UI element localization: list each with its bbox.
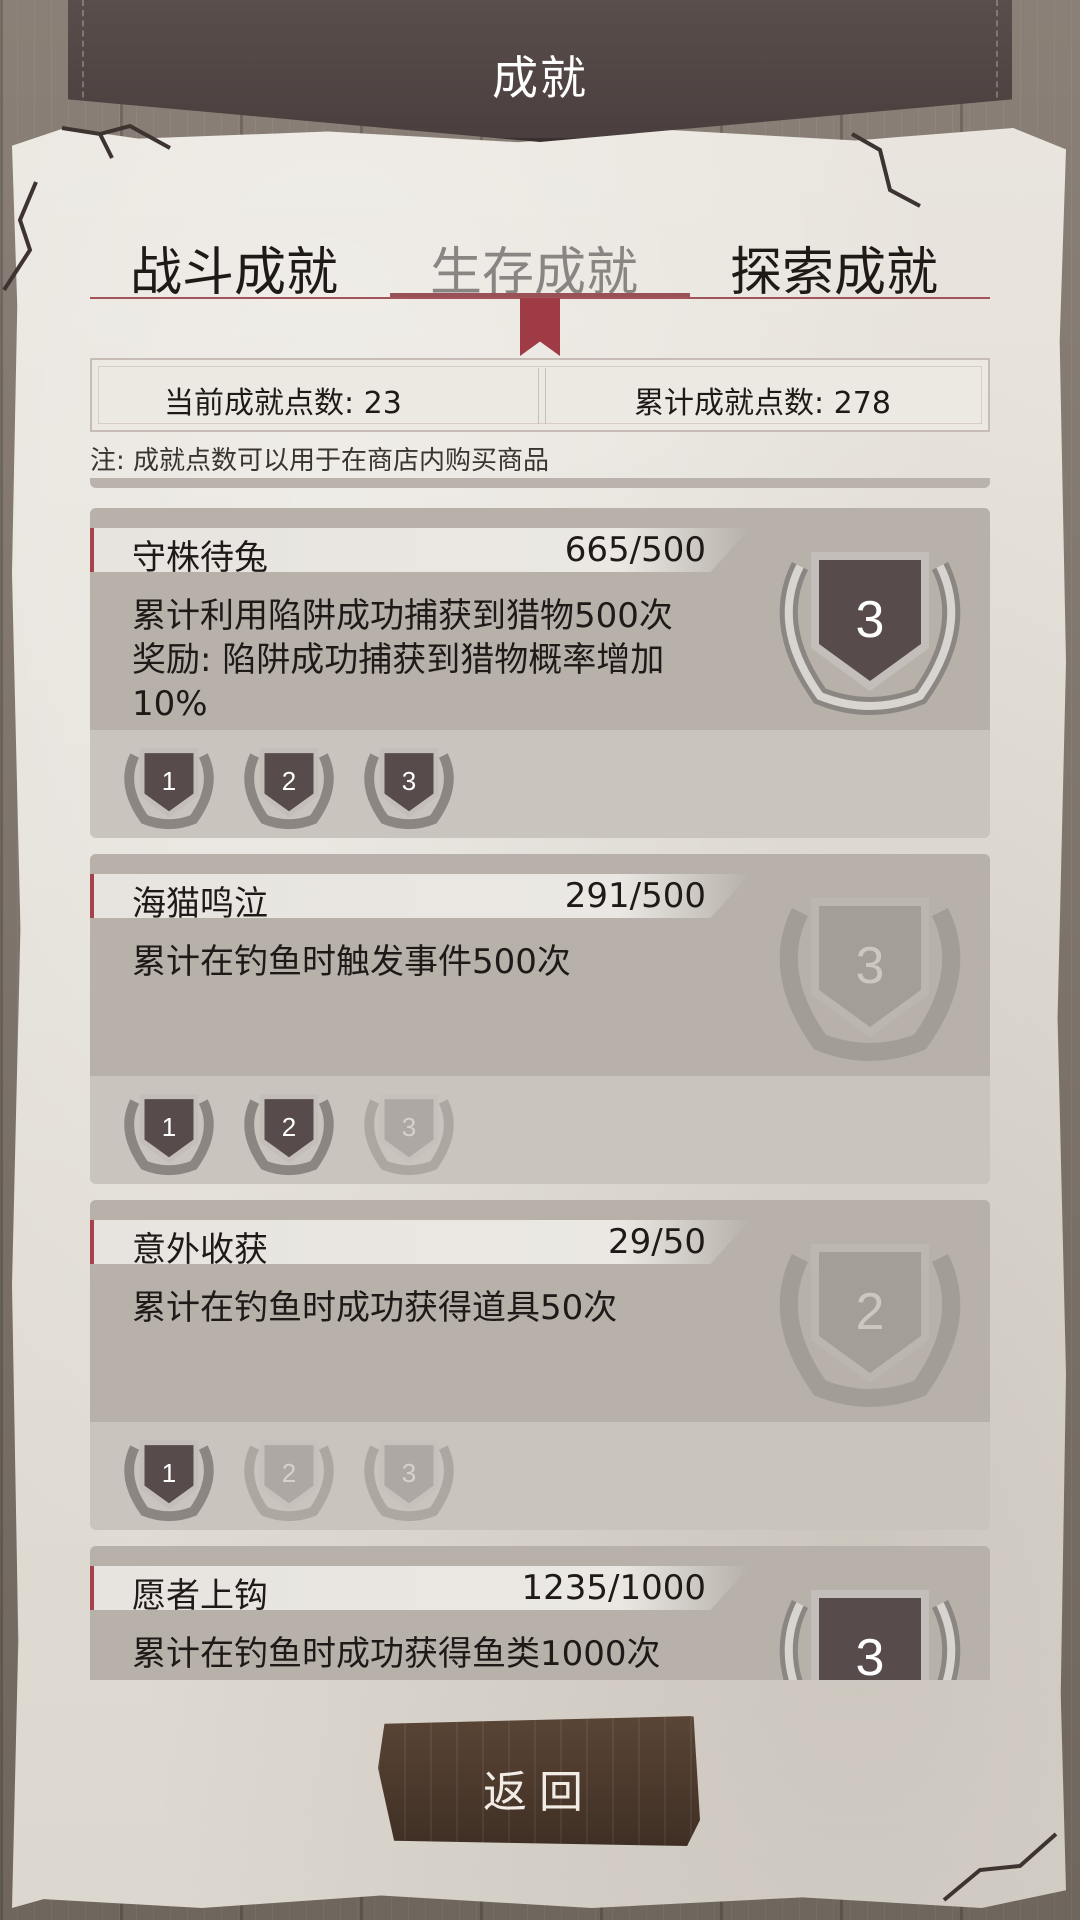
laurel-medal-icon: 3	[360, 1086, 458, 1176]
description-text: 累计在钓鱼时成功获得鱼类1000次	[132, 1634, 661, 1674]
laurel-medal-icon: 3	[360, 740, 458, 830]
medal-level: 2	[855, 1283, 885, 1341]
achievement-title: 守株待兔	[132, 538, 268, 578]
current-points: 当前成就点数: 23	[164, 386, 402, 421]
description-text: 累计在钓鱼时成功获得道具50次	[132, 1288, 618, 1328]
laurel-medal-icon: 3	[770, 1574, 970, 1680]
achievement-progress: 1235/1000	[521, 1568, 706, 1608]
achievement-card[interactable]: 海猫鸣泣 291/500 累计在钓鱼时触发事件500次 3 1 2 3	[90, 854, 990, 1184]
back-button[interactable]: 返回	[378, 1716, 700, 1846]
achievement-description: 累计在钓鱼时成功获得鱼类1000次	[132, 1632, 692, 1676]
paper-crack-decoration	[942, 1832, 1058, 1902]
achievement-title: 愿者上钩	[132, 1576, 268, 1616]
reward-text: 奖励: 陷阱成功捕获到猎物概率增加10%	[132, 640, 665, 724]
medal-label: 1	[161, 1112, 177, 1142]
paper-crack-decoration	[2, 181, 38, 292]
laurel-medal-icon: 1	[120, 740, 218, 830]
page-title: 成就	[492, 51, 588, 105]
paper-crack-decoration	[61, 123, 171, 159]
medal-label: 1	[161, 1458, 177, 1488]
description-text: 累计在钓鱼时触发事件500次	[132, 942, 571, 982]
total-points: 累计成就点数: 278	[634, 386, 891, 421]
laurel-medal-icon: 2	[240, 1432, 338, 1522]
medal-label: 3	[401, 766, 417, 796]
medal-level: 3	[855, 1629, 885, 1680]
laurel-medal-icon: 2	[240, 740, 338, 830]
achievement-description: 累计在钓鱼时成功获得道具50次	[132, 1286, 692, 1330]
medal-label: 3	[401, 1458, 417, 1488]
laurel-medal-icon: 2	[770, 1228, 970, 1408]
points-note: 注: 成就点数可以用于在商店内购买商品	[90, 446, 550, 476]
achievement-progress: 291/500	[564, 876, 706, 916]
points-divider	[538, 368, 546, 424]
achievement-card[interactable]: 意外收获 29/50 累计在钓鱼时成功获得道具50次 2 1 2 3	[90, 1200, 990, 1530]
laurel-medal-icon: 1	[120, 1086, 218, 1176]
points-bar: 当前成就点数: 23 累计成就点数: 278	[90, 358, 990, 432]
medal-label: 2	[281, 1112, 297, 1142]
tab-exploration[interactable]: 探索成就	[730, 230, 938, 305]
tab-active-indicator	[390, 293, 690, 297]
tab-combat[interactable]: 战斗成就	[130, 230, 338, 305]
laurel-medal-icon: 2	[240, 1086, 338, 1176]
medal-label: 3	[401, 1112, 417, 1142]
description-text: 累计利用陷阱成功捕获到猎物500次	[132, 596, 673, 636]
paper-crack-decoration	[851, 132, 921, 208]
list-scroll-edge	[90, 478, 990, 488]
laurel-medal-icon: 3	[360, 1432, 458, 1522]
achievement-card[interactable]: 守株待兔 665/500 累计利用陷阱成功捕获到猎物500次 奖励: 陷阱成功捕…	[90, 508, 990, 838]
medal-label: 2	[281, 766, 297, 796]
achievement-card[interactable]: 愿者上钩 1235/1000 累计在钓鱼时成功获得鱼类1000次 3	[90, 1546, 990, 1680]
achievement-title: 海猫鸣泣	[132, 884, 268, 924]
laurel-medal-icon: 3	[770, 882, 970, 1062]
laurel-medal-icon: 1	[120, 1432, 218, 1522]
achievement-progress: 29/50	[608, 1222, 706, 1262]
achievement-description: 累计利用陷阱成功捕获到猎物500次 奖励: 陷阱成功捕获到猎物概率增加10%	[132, 594, 692, 726]
medal-level: 3	[855, 937, 885, 995]
achievement-description: 累计在钓鱼时触发事件500次	[132, 940, 692, 984]
achievement-list[interactable]: 守株待兔 665/500 累计利用陷阱成功捕获到猎物500次 奖励: 陷阱成功捕…	[90, 478, 990, 1680]
laurel-medal-icon: 3	[770, 536, 970, 716]
tab-bar: 战斗成就 生存成就 探索成就	[90, 220, 990, 303]
medal-label: 1	[161, 766, 177, 796]
achievement-progress: 665/500	[564, 530, 706, 570]
medal-level: 3	[855, 591, 885, 649]
back-button-label: 返回	[483, 1767, 595, 1818]
medal-label: 2	[281, 1458, 297, 1488]
achievement-title: 意外收获	[132, 1230, 268, 1270]
